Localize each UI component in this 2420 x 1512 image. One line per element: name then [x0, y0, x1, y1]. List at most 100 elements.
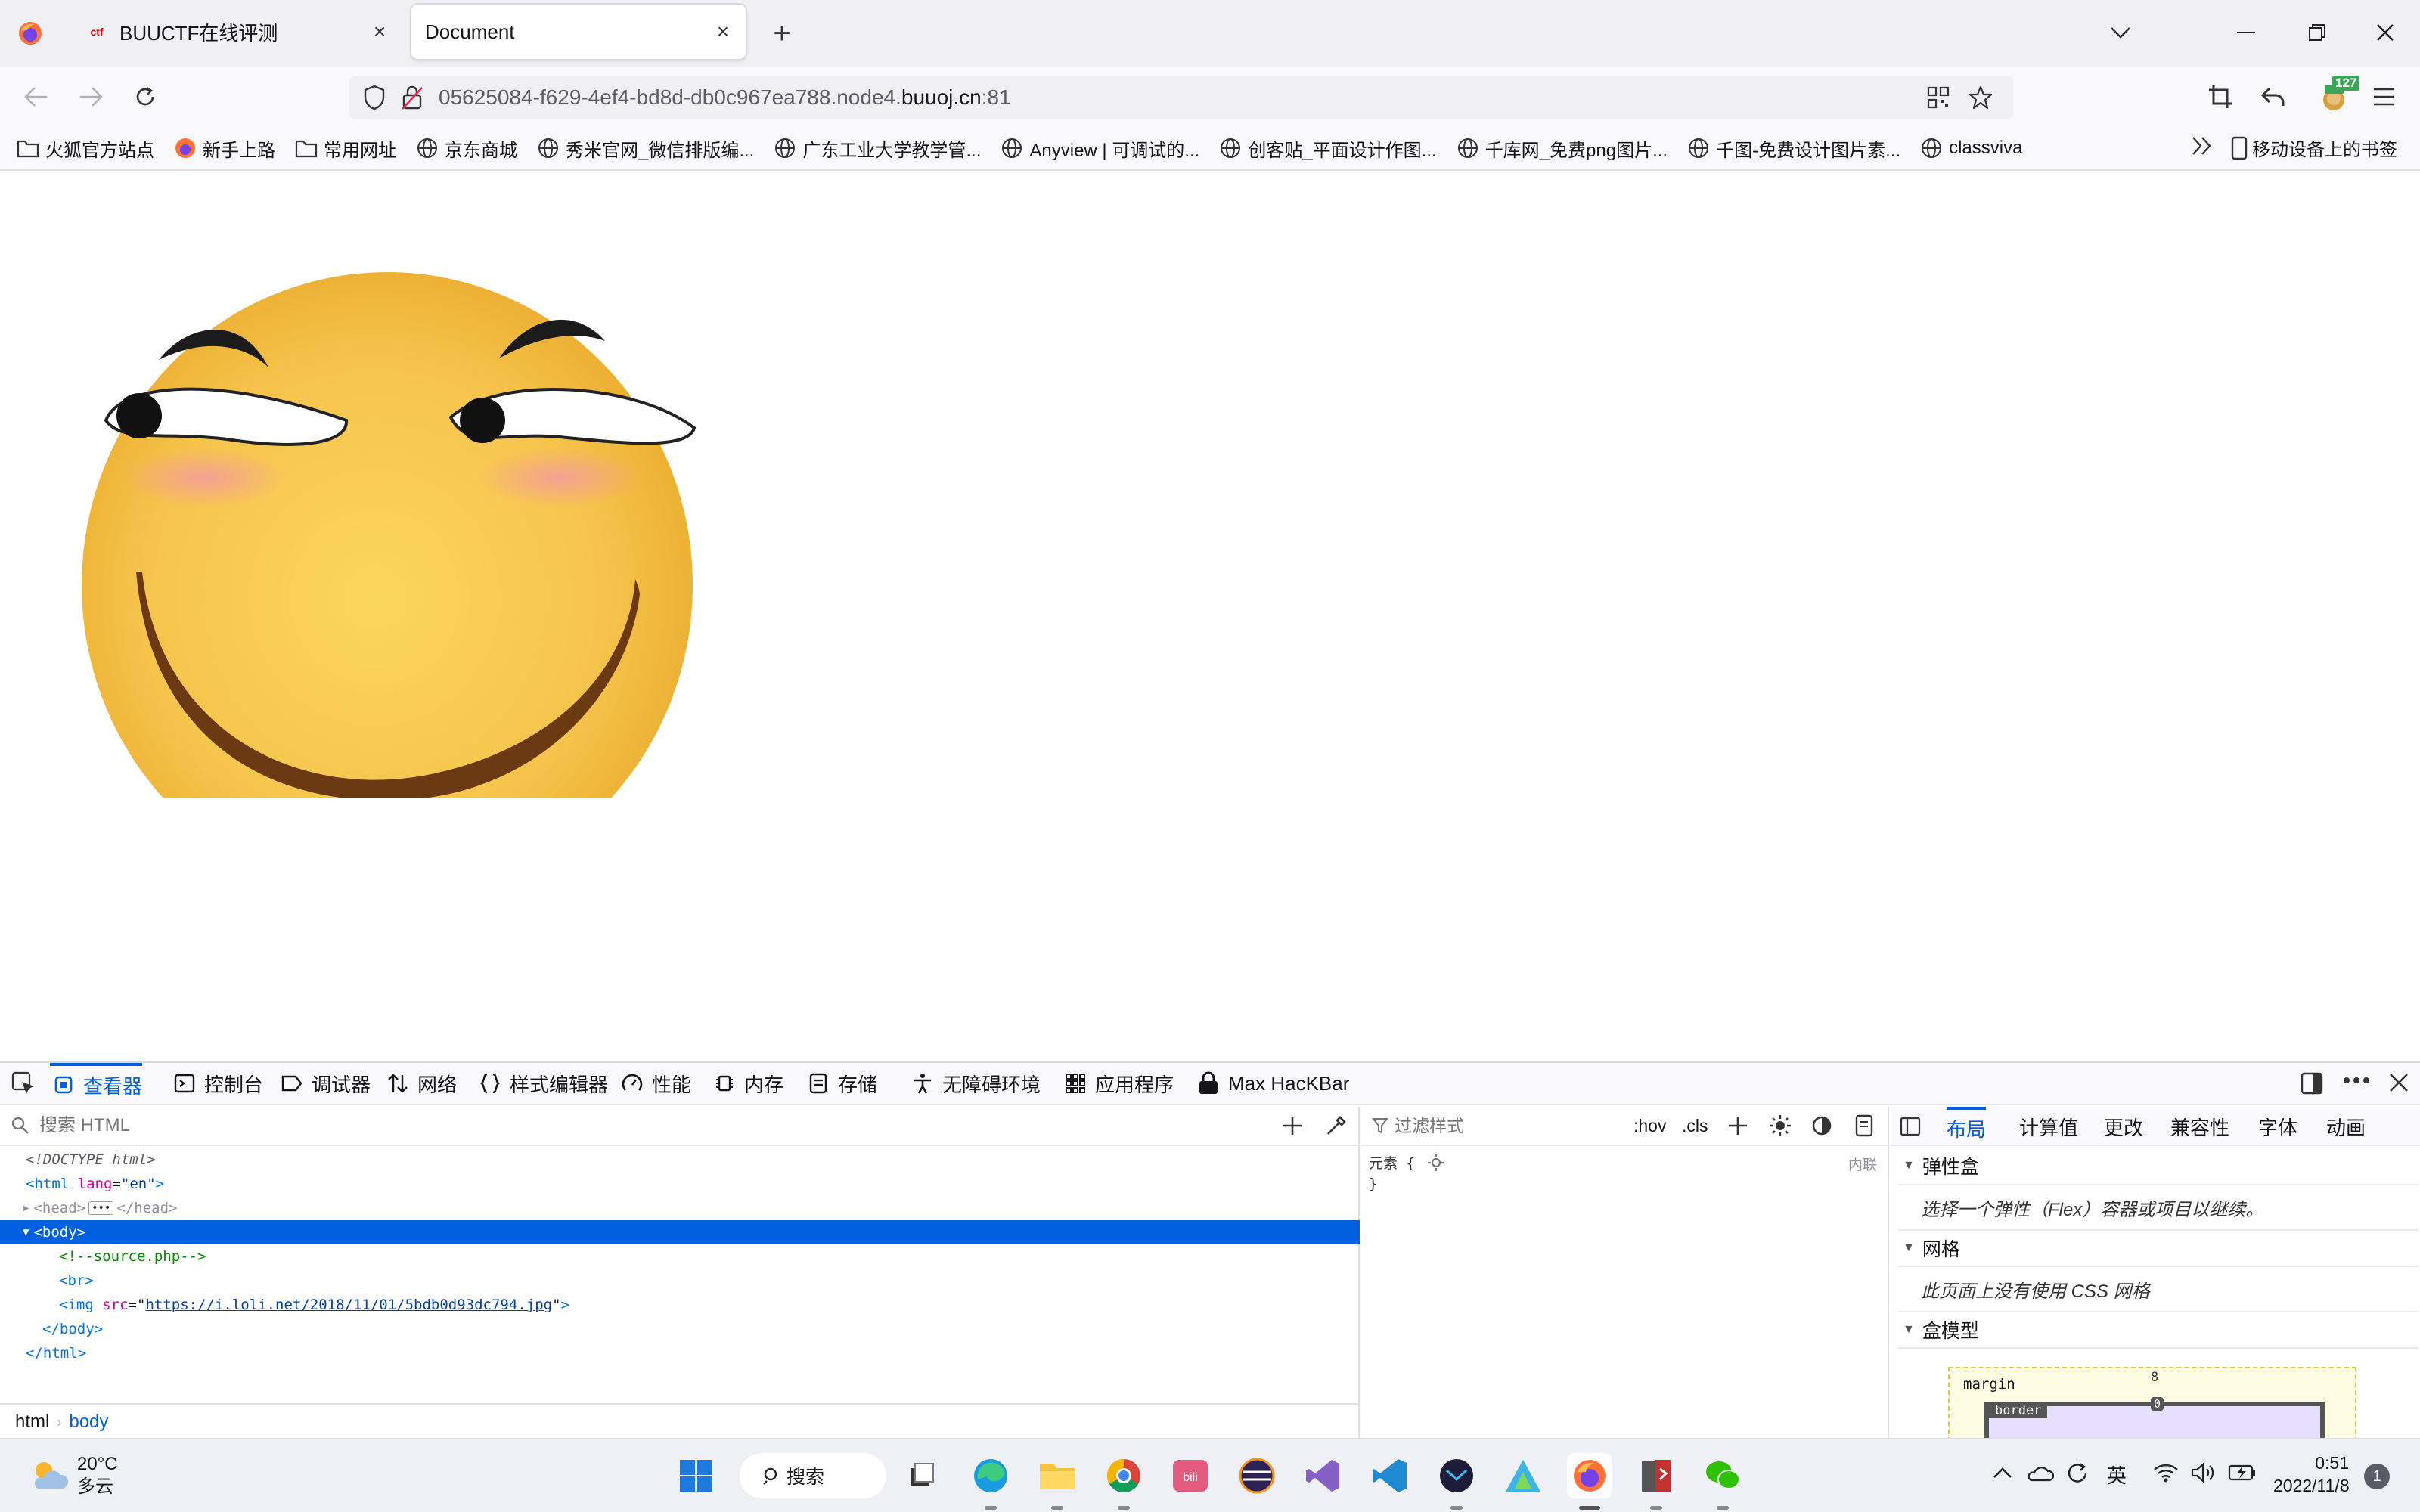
body-node-selected[interactable]: ▼ <body> [0, 1220, 1360, 1244]
visual-studio-icon[interactable] [1301, 1453, 1346, 1498]
head-node[interactable]: ▶ <head> ••• </head> [23, 1196, 177, 1220]
devtools-options-button[interactable] [2343, 1077, 2370, 1084]
winrar-icon[interactable] [1634, 1453, 1679, 1498]
mobile-bookmarks-folder[interactable]: 移动设备上的书签 [2231, 135, 2397, 161]
close-tab-icon[interactable]: × [365, 17, 395, 47]
devtools-tab-9[interactable]: 应用程序 [1062, 1063, 1174, 1104]
firefox-menu-icon[interactable] [17, 20, 44, 47]
tracking-protection-shield-icon[interactable] [363, 85, 386, 110]
bilibili-icon[interactable]: bili [1168, 1453, 1213, 1498]
typora-app-icon[interactable] [1500, 1453, 1546, 1498]
box-model-border[interactable]: border 0 [1984, 1397, 2325, 1439]
bookmark-item[interactable]: Anyview | 可调试的... [1001, 135, 1199, 162]
url-text[interactable]: 05625084-f629-4ef4-bd8d-db0c967ea788.nod… [439, 85, 1011, 110]
more-bookmarks-button[interactable] [2190, 135, 2213, 157]
forward-button[interactable] [73, 79, 109, 115]
html-node[interactable]: <html lang = "en" > [26, 1172, 164, 1196]
firefox-taskbar-icon[interactable] [1567, 1453, 1612, 1498]
tab-document[interactable]: Document × [411, 5, 746, 59]
onedrive-cloud-icon[interactable] [2027, 1464, 2054, 1483]
bookmark-item[interactable]: 常用网址 [295, 135, 396, 162]
wechat-icon[interactable] [1700, 1453, 1745, 1498]
body-close-node[interactable]: </body> [42, 1317, 103, 1341]
sidebar-tab[interactable]: 更改 [2104, 1107, 2143, 1146]
close-tab-icon[interactable]: × [708, 17, 738, 47]
devtools-tab-10[interactable]: Max HacKBar [1195, 1063, 1349, 1104]
breadcrumb-html[interactable]: html [15, 1411, 49, 1433]
devtools-tab-8[interactable]: 无障碍环境 [909, 1063, 1041, 1104]
show-hidden-icons-chevron-up-icon[interactable] [1992, 1465, 2013, 1480]
collapse-arrow-icon[interactable]: ▼ [23, 1226, 29, 1238]
box-model-section-header[interactable]: ▼ 盒模型 [1898, 1311, 2418, 1349]
sidebar-tab[interactable]: 字体 [2258, 1107, 2297, 1146]
img-node[interactable]: <img src =" https://i.loli.net/2018/11/01/… [59, 1293, 569, 1317]
bookmark-star-icon[interactable] [1968, 85, 1993, 110]
extension-button[interactable]: 127 [2313, 76, 2360, 115]
breadcrumb-body[interactable]: body [69, 1411, 108, 1433]
bookmark-item[interactable]: classviva [1920, 137, 2022, 160]
list-all-tabs-button[interactable] [2098, 14, 2143, 51]
collapsed-ellipsis-badge[interactable]: ••• [88, 1201, 114, 1215]
img-src-link[interactable]: https://i.loli.net/2018/11/01/5bdb0d93dc… [145, 1297, 552, 1313]
devtools-tab-7[interactable]: 存储 [805, 1063, 877, 1104]
notification-badge[interactable]: 1 [2364, 1464, 2390, 1489]
sidebar-tab[interactable]: 布局 [1947, 1107, 1987, 1146]
box-model-margin[interactable]: margin 8 border 0 [1948, 1367, 2356, 1439]
hov-toggle[interactable]: :hov [1634, 1116, 1666, 1136]
html-close-node[interactable]: </html> [26, 1341, 86, 1365]
volume-icon[interactable] [2190, 1462, 2216, 1483]
weather-widget[interactable]: 20°C 多云 [27, 1453, 118, 1498]
undo-button[interactable] [2255, 79, 2291, 115]
restore-button[interactable] [2294, 14, 2340, 51]
add-node-icon[interactable] [1281, 1114, 1304, 1137]
start-button[interactable] [673, 1453, 718, 1498]
bookmark-item[interactable]: 新手上路 [174, 135, 275, 162]
element-picker-button[interactable] [11, 1070, 36, 1096]
dock-toggle-button[interactable] [2299, 1070, 2325, 1096]
new-tab-button[interactable]: + [764, 15, 800, 51]
devtools-tab-6[interactable]: 内存 [711, 1063, 783, 1104]
chrome-icon[interactable] [1101, 1453, 1146, 1498]
border-top-value[interactable]: 0 [2151, 1397, 2164, 1411]
devtools-tab-5[interactable]: 性能 [619, 1063, 691, 1104]
vscode-icon[interactable] [1367, 1453, 1413, 1498]
bookmark-item[interactable]: 火狐官方站点 [17, 135, 154, 162]
edge-app-icon[interactable] [968, 1453, 1013, 1498]
app-menu-button[interactable] [2366, 79, 2402, 115]
light-scheme-icon[interactable] [1768, 1114, 1792, 1138]
insecure-lock-icon[interactable] [401, 85, 424, 110]
devtools-tab-2[interactable]: 调试器 [278, 1063, 371, 1104]
grid-section-header[interactable]: ▼ 网格 [1898, 1229, 2418, 1267]
url-bar[interactable]: 05625084-f629-4ef4-bd8d-db0c967ea788.nod… [349, 76, 2013, 119]
tab-buuctf[interactable]: ctf BUUCTF在线评测 × [73, 5, 402, 59]
devtools-tab-0[interactable]: 查看器 [50, 1063, 143, 1104]
file-explorer-icon[interactable] [1035, 1453, 1080, 1498]
qr-code-icon[interactable] [1927, 86, 1950, 109]
comment-node[interactable]: <!--source.php--> [59, 1244, 206, 1269]
bookmark-item[interactable]: 创客贴_平面设计作图... [1219, 135, 1437, 162]
br-node[interactable]: <br> [59, 1269, 94, 1293]
margin-top-value[interactable]: 8 [2151, 1370, 2158, 1385]
back-button[interactable] [18, 79, 54, 115]
add-rule-icon[interactable] [1727, 1115, 1748, 1136]
mailspring-icon[interactable] [1434, 1453, 1479, 1498]
style-filter-input[interactable] [1395, 1115, 1621, 1136]
eclipse-icon[interactable] [1234, 1453, 1280, 1498]
sidebar-tab[interactable]: 计算值 [2019, 1107, 2078, 1146]
eyedropper-icon[interactable] [1325, 1114, 1348, 1137]
sidebar-toggle-icon[interactable] [1900, 1116, 1921, 1137]
doctype-node[interactable]: <!DOCTYPE html> [26, 1148, 156, 1172]
reload-button[interactable] [127, 79, 163, 115]
screenshot-button[interactable] [2202, 79, 2238, 115]
bookmark-item[interactable]: 千图-免费设计图片素... [1687, 135, 1900, 162]
battery-icon[interactable] [2228, 1464, 2257, 1482]
cls-toggle[interactable]: .cls [1682, 1116, 1708, 1136]
bookmark-item[interactable]: 京东商城 [416, 135, 517, 162]
bookmark-item[interactable]: 广东工业大学教学管... [774, 135, 981, 162]
taskbar-search[interactable]: 搜索 [740, 1453, 886, 1498]
sidebar-tab[interactable]: 动画 [2326, 1107, 2366, 1146]
devtools-tab-4[interactable]: 样式编辑器 [476, 1063, 608, 1104]
minimize-button[interactable] [2223, 14, 2269, 51]
sync-icon[interactable] [2065, 1461, 2090, 1486]
devtools-tab-3[interactable]: 网络 [384, 1063, 457, 1104]
